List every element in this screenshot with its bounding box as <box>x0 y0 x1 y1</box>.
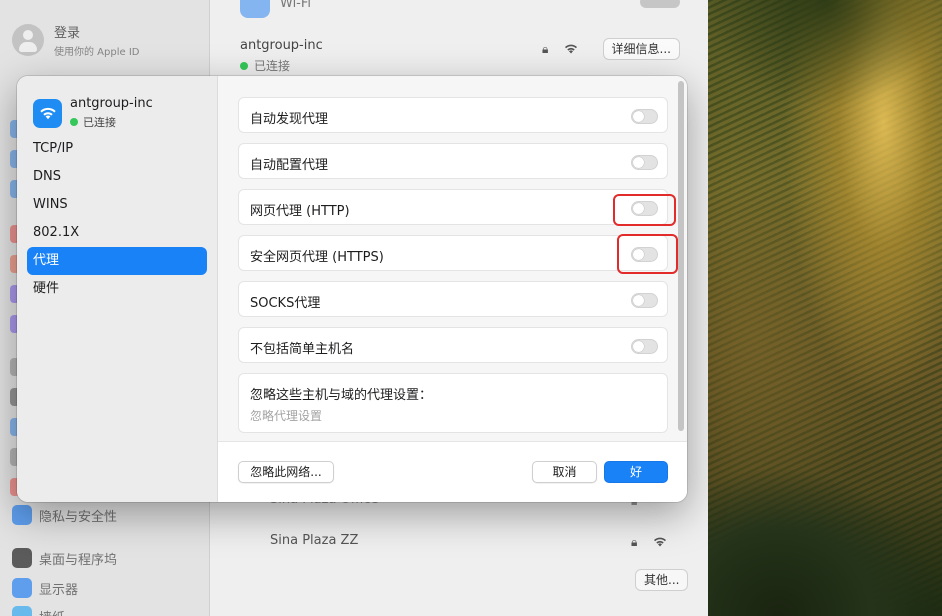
account-subtitle: 使用你的 Apple ID <box>54 47 140 58</box>
proxy-row-exclude-simple: 不包括简单主机名 <box>238 327 668 363</box>
wallpaper-trees <box>708 466 942 616</box>
dialog-footer: 忽略此网络... 取消 好 <box>218 441 687 502</box>
dialog-sidebar: antgroup-inc 已连接 TCP/IP DNS WINS 802.1X … <box>17 76 218 502</box>
dialog-network-status: 已连接 <box>70 114 153 130</box>
sidebar-item-desktop-dock[interactable]: 桌面与程序坞 <box>12 548 117 568</box>
dialog-network-header: antgroup-inc 已连接 <box>33 96 153 130</box>
sidebar-item-wallpaper[interactable]: 墙纸 <box>12 606 65 616</box>
bypass-hosts-field[interactable]: 忽略这些主机与域的代理设置： 忽略代理设置 <box>238 373 668 433</box>
known-network-row[interactable]: Sina Plaza ZZ <box>270 533 358 548</box>
nav-item-8021x[interactable]: 802.1X <box>27 219 207 247</box>
ok-button[interactable]: 好 <box>604 461 668 483</box>
proxy-row-auto-discovery: 自动发现代理 <box>238 97 668 133</box>
exclude-simple-hostnames-toggle[interactable] <box>631 339 658 354</box>
desktop-wallpaper <box>708 0 942 616</box>
bypass-placeholder: 忽略代理设置 <box>250 409 323 423</box>
status-text: 已连接 <box>254 59 291 73</box>
wifi-signal-icon <box>653 536 667 550</box>
auto-config-toggle[interactable] <box>631 155 658 170</box>
wifi-toggle-row: Wi-Fi <box>240 0 680 22</box>
dialog-network-name: antgroup-inc <box>70 96 153 111</box>
nav-item-tcpip[interactable]: TCP/IP <box>27 135 207 163</box>
proxy-row-https: 安全网页代理 (HTTPS) <box>238 235 668 271</box>
wifi-signal-icon <box>564 43 578 57</box>
apple-id-account[interactable]: 登录 使用你的 Apple ID <box>12 22 139 58</box>
network-status-icons: 🔒︎ <box>542 42 578 57</box>
details-button[interactable]: 详细信息... <box>602 38 680 60</box>
nav-item-dns[interactable]: DNS <box>27 163 207 191</box>
proxy-row-http: 网页代理 (HTTP) <box>238 189 668 225</box>
connected-dot-icon <box>70 118 78 126</box>
wifi-icon <box>33 98 62 128</box>
avatar <box>12 24 44 56</box>
proxy-label: 自动发现代理 <box>250 112 329 127</box>
nav-item-hardware[interactable]: 硬件 <box>27 275 207 303</box>
sidebar-item-label: 墙纸 <box>39 607 65 616</box>
lock-icon: 🔒︎ <box>542 42 549 56</box>
connected-dot-icon <box>240 61 248 70</box>
nav-item-proxies[interactable]: 代理 <box>27 247 207 275</box>
current-network-row: antgroup-inc 已连接 🔒︎ 详细信息... <box>240 38 680 74</box>
lock-icon: 🔒︎ <box>631 535 638 549</box>
auto-discovery-toggle[interactable] <box>631 109 658 124</box>
cancel-button[interactable]: 取消 <box>532 461 597 483</box>
display-icon <box>12 578 32 598</box>
sidebar-item-privacy[interactable]: 隐私与安全性 <box>12 505 117 525</box>
wifi-icon <box>240 0 270 18</box>
account-title: 登录 <box>54 26 81 41</box>
wallpaper-icon <box>12 606 32 616</box>
dialog-nav: TCP/IP DNS WINS 802.1X 代理 硬件 <box>27 135 207 303</box>
sidebar-item-displays[interactable]: 显示器 <box>12 578 78 598</box>
sidebar-item-label: 桌面与程序坞 <box>39 552 118 568</box>
proxy-row-socks: SOCKS代理 <box>238 281 668 317</box>
network-status-icons: 🔒︎ <box>631 535 667 550</box>
highlight-http-toggle <box>613 194 676 226</box>
hand-icon <box>12 505 32 525</box>
status-text: 已连接 <box>83 116 116 129</box>
proxy-label: 安全网页代理 (HTTPS) <box>250 250 384 265</box>
scrollbar[interactable] <box>678 81 684 431</box>
network-name: Sina Plaza ZZ <box>270 533 359 548</box>
wifi-label: Wi-Fi <box>280 0 312 11</box>
wifi-toggle[interactable] <box>640 0 680 8</box>
nav-item-wins[interactable]: WINS <box>27 191 207 219</box>
proxy-label: 不包括简单主机名 <box>250 342 355 357</box>
highlight-https-toggle <box>617 234 678 274</box>
proxy-label: SOCKS代理 <box>250 296 321 311</box>
dock-icon <box>12 548 32 568</box>
socks-proxy-toggle[interactable] <box>631 293 658 308</box>
proxy-label: 网页代理 (HTTP) <box>250 204 350 219</box>
sidebar-item-label: 隐私与安全性 <box>39 509 118 525</box>
proxy-label: 自动配置代理 <box>250 158 329 173</box>
sidebar-item-label: 显示器 <box>39 582 79 598</box>
proxy-row-auto-config: 自动配置代理 <box>238 143 668 179</box>
forget-network-button[interactable]: 忽略此网络... <box>238 461 334 483</box>
network-details-dialog: antgroup-inc 已连接 TCP/IP DNS WINS 802.1X … <box>17 76 687 502</box>
other-networks-button[interactable]: 其他... <box>635 569 689 591</box>
bypass-label: 忽略这些主机与域的代理设置： <box>250 388 433 403</box>
wallpaper-trees <box>708 0 942 110</box>
proxy-settings-panel: 自动发现代理 自动配置代理 网页代理 (HTTP) 安全网页代理 (HTTPS)… <box>218 76 687 441</box>
